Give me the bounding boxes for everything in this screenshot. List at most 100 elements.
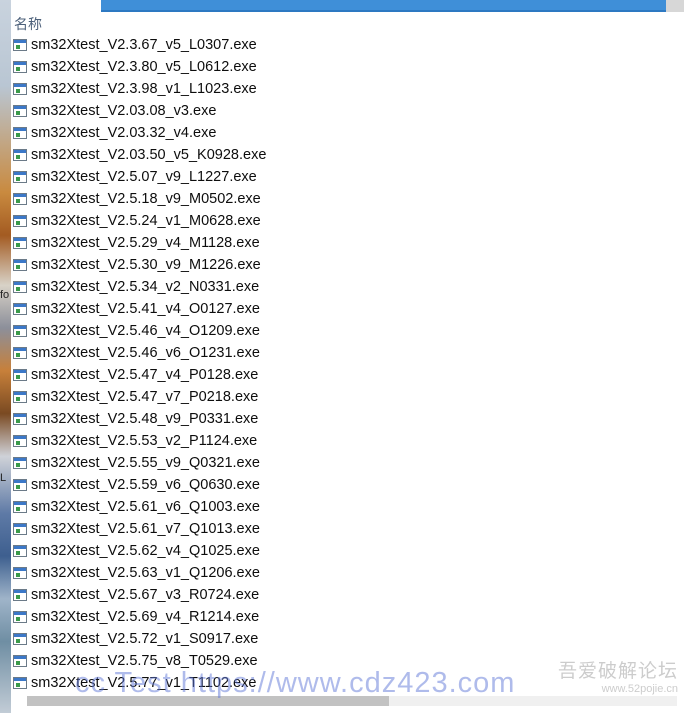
file-row[interactable]: sm32Xtest_V2.5.55_v9_Q0321.exe: [11, 452, 266, 474]
desktop-background-strip: fo L: [0, 0, 11, 713]
file-name: sm32Xtest_V2.5.24_v1_M0628.exe: [31, 213, 261, 229]
file-name: sm32Xtest_V2.3.98_v1_L1023.exe: [31, 81, 257, 97]
file-row[interactable]: sm32Xtest_V2.5.67_v3_R0724.exe: [11, 584, 266, 606]
file-row[interactable]: sm32Xtest_V2.03.08_v3.exe: [11, 100, 266, 122]
file-row[interactable]: sm32Xtest_V2.5.61_v6_Q1003.exe: [11, 496, 266, 518]
file-name: sm32Xtest_V2.03.32_v4.exe: [31, 125, 217, 141]
file-name: sm32Xtest_V2.5.46_v4_O1209.exe: [31, 323, 260, 339]
exe-file-icon: [13, 193, 27, 205]
file-row[interactable]: sm32Xtest_V2.5.53_v2_P1124.exe: [11, 430, 266, 452]
file-row[interactable]: sm32Xtest_V2.5.46_v6_O1231.exe: [11, 342, 266, 364]
file-name: sm32Xtest_V2.5.41_v4_O0127.exe: [31, 301, 260, 317]
file-name: sm32Xtest_V2.5.62_v4_Q1025.exe: [31, 543, 260, 559]
file-name: sm32Xtest_V2.5.07_v9_L1227.exe: [31, 169, 257, 185]
file-name: sm32Xtest_V2.5.29_v4_M1128.exe: [31, 235, 260, 251]
exe-file-icon: [13, 523, 27, 535]
scrollbar-track[interactable]: [27, 696, 677, 706]
exe-file-icon: [13, 281, 27, 293]
exe-file-icon: [13, 435, 27, 447]
file-name: sm32Xtest_V2.5.61_v7_Q1013.exe: [31, 521, 260, 537]
file-row[interactable]: sm32Xtest_V2.5.24_v1_M0628.exe: [11, 210, 266, 232]
file-row[interactable]: sm32Xtest_V2.5.18_v9_M0502.exe: [11, 188, 266, 210]
file-name: sm32Xtest_V2.5.34_v2_N0331.exe: [31, 279, 260, 295]
file-row[interactable]: sm32Xtest_V2.5.34_v2_N0331.exe: [11, 276, 266, 298]
file-name: sm32Xtest_V2.5.53_v2_P1124.exe: [31, 433, 258, 449]
file-name: sm32Xtest_V2.5.72_v1_S0917.exe: [31, 631, 259, 647]
exe-file-icon: [13, 567, 27, 579]
file-row[interactable]: sm32Xtest_V2.5.61_v7_Q1013.exe: [11, 518, 266, 540]
file-row[interactable]: sm32Xtest_V2.5.47_v7_P0218.exe: [11, 386, 266, 408]
exe-file-icon: [13, 83, 27, 95]
file-row[interactable]: sm32Xtest_V2.3.67_v5_L0307.exe: [11, 34, 266, 56]
exe-file-icon: [13, 215, 27, 227]
exe-file-icon: [13, 347, 27, 359]
exe-file-icon: [13, 633, 27, 645]
exe-file-icon: [13, 39, 27, 51]
file-name: sm32Xtest_V2.5.48_v9_P0331.exe: [31, 411, 259, 427]
file-name: sm32Xtest_V2.5.63_v1_Q1206.exe: [31, 565, 260, 581]
address-bar[interactable]: [101, 0, 677, 12]
file-row[interactable]: sm32Xtest_V2.03.32_v4.exe: [11, 122, 266, 144]
exe-file-icon: [13, 677, 27, 689]
file-row[interactable]: sm32Xtest_V2.3.98_v1_L1023.exe: [11, 78, 266, 100]
exe-file-icon: [13, 149, 27, 161]
file-row[interactable]: sm32Xtest_V2.5.07_v9_L1227.exe: [11, 166, 266, 188]
exe-file-icon: [13, 325, 27, 337]
file-row[interactable]: sm32Xtest_V2.5.47_v4_P0128.exe: [11, 364, 266, 386]
exe-file-icon: [13, 545, 27, 557]
file-name: sm32Xtest_V2.5.30_v9_M1226.exe: [31, 257, 261, 273]
exe-file-icon: [13, 259, 27, 271]
file-row[interactable]: sm32Xtest_V2.5.62_v4_Q1025.exe: [11, 540, 266, 562]
file-row[interactable]: sm32Xtest_V2.5.48_v9_P0331.exe: [11, 408, 266, 430]
file-row[interactable]: sm32Xtest_V2.5.59_v6_Q0630.exe: [11, 474, 266, 496]
exe-file-icon: [13, 171, 27, 183]
file-row[interactable]: sm32Xtest_V2.5.77_v1_T1102.exe: [11, 672, 266, 694]
file-row[interactable]: sm32Xtest_V2.3.80_v5_L0612.exe: [11, 56, 266, 78]
file-name: sm32Xtest_V2.5.59_v6_Q0630.exe: [31, 477, 260, 493]
file-row[interactable]: sm32Xtest_V2.5.30_v9_M1226.exe: [11, 254, 266, 276]
file-name: sm32Xtest_V2.5.69_v4_R1214.exe: [31, 609, 260, 625]
horizontal-scrollbar[interactable]: [11, 693, 684, 713]
exe-file-icon: [13, 611, 27, 623]
file-name: sm32Xtest_V2.03.50_v5_K0928.exe: [31, 147, 267, 163]
exe-file-icon: [13, 479, 27, 491]
file-name: sm32Xtest_V2.5.75_v8_T0529.exe: [31, 653, 258, 669]
file-row[interactable]: sm32Xtest_V2.5.63_v1_Q1206.exe: [11, 562, 266, 584]
exe-file-icon: [13, 303, 27, 315]
file-name: sm32Xtest_V2.5.77_v1_T1102.exe: [31, 675, 257, 691]
exe-file-icon: [13, 413, 27, 425]
exe-file-icon: [13, 655, 27, 667]
file-name: sm32Xtest_V2.5.18_v9_M0502.exe: [31, 191, 261, 207]
scrollbar-thumb[interactable]: [27, 696, 389, 706]
exe-file-icon: [13, 105, 27, 117]
file-row[interactable]: sm32Xtest_V2.5.29_v4_M1128.exe: [11, 232, 266, 254]
file-name: sm32Xtest_V2.5.47_v4_P0128.exe: [31, 367, 259, 383]
column-header-name[interactable]: 名称: [14, 15, 42, 33]
exe-file-icon: [13, 369, 27, 381]
exe-file-icon: [13, 391, 27, 403]
desktop-icon-label-fragment: L: [0, 472, 7, 484]
file-name: sm32Xtest_V2.5.47_v7_P0218.exe: [31, 389, 259, 405]
file-name: sm32Xtest_V2.3.67_v5_L0307.exe: [31, 37, 257, 53]
file-name: sm32Xtest_V2.03.08_v3.exe: [31, 103, 217, 119]
file-list-pane: 名称 sm32Xtest_V2.3.67_v5_L0307.exe sm32Xte…: [11, 12, 684, 693]
file-name: sm32Xtest_V2.5.55_v9_Q0321.exe: [31, 455, 260, 471]
file-row[interactable]: sm32Xtest_V2.5.69_v4_R1214.exe: [11, 606, 266, 628]
exe-file-icon: [13, 127, 27, 139]
file-row[interactable]: sm32Xtest_V2.03.50_v5_K0928.exe: [11, 144, 266, 166]
exe-file-icon: [13, 589, 27, 601]
file-name: sm32Xtest_V2.5.67_v3_R0724.exe: [31, 587, 260, 603]
file-list: sm32Xtest_V2.3.67_v5_L0307.exe sm32Xtest_…: [11, 34, 266, 694]
file-row[interactable]: sm32Xtest_V2.5.72_v1_S0917.exe: [11, 628, 266, 650]
exe-file-icon: [13, 501, 27, 513]
file-row[interactable]: sm32Xtest_V2.5.41_v4_O0127.exe: [11, 298, 266, 320]
window-top-bar: [11, 0, 684, 12]
file-row[interactable]: sm32Xtest_V2.5.46_v4_O1209.exe: [11, 320, 266, 342]
file-name: sm32Xtest_V2.5.46_v6_O1231.exe: [31, 345, 260, 361]
exe-file-icon: [13, 61, 27, 73]
exe-file-icon: [13, 457, 27, 469]
desktop-icon-label-fragment: fo: [0, 289, 10, 301]
file-row[interactable]: sm32Xtest_V2.5.75_v8_T0529.exe: [11, 650, 266, 672]
exe-file-icon: [13, 237, 27, 249]
file-name: sm32Xtest_V2.3.80_v5_L0612.exe: [31, 59, 257, 75]
